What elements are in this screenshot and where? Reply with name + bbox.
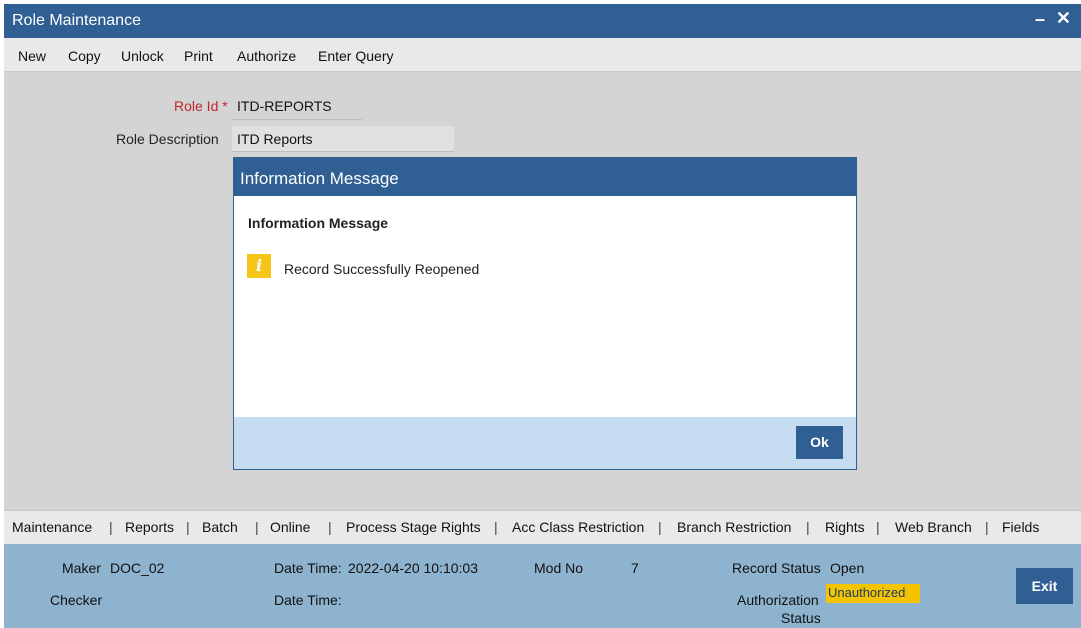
ok-button[interactable]: Ok xyxy=(796,426,843,459)
maker-value: DOC_02 xyxy=(110,560,165,576)
authorization-status-label: Authorization xyxy=(737,592,819,608)
authorization-status-label-2: Status xyxy=(781,610,821,626)
tab-maintenance[interactable]: Maintenance xyxy=(12,519,92,535)
exit-button[interactable]: Exit xyxy=(1016,568,1073,604)
enter-query-button[interactable]: Enter Query xyxy=(318,48,393,64)
role-id-label-text: Role Id xyxy=(174,98,219,114)
tab-separator: | xyxy=(255,519,259,535)
new-button[interactable]: New xyxy=(18,48,46,64)
tab-rights[interactable]: Rights xyxy=(825,519,865,535)
tab-separator: | xyxy=(658,519,662,535)
tab-reports[interactable]: Reports xyxy=(125,519,174,535)
close-icon[interactable]: ✕ xyxy=(1056,8,1071,29)
record-status-label: Record Status xyxy=(732,560,821,576)
info-icon: i xyxy=(247,254,271,278)
authorization-status-badge: Unauthorized xyxy=(826,584,920,603)
information-dialog: Information Message Information Message … xyxy=(233,157,857,470)
tab-branch-restriction[interactable]: Branch Restriction xyxy=(677,519,791,535)
role-maintenance-window: Role Maintenance – ✕ New Copy Unlock Pri… xyxy=(4,4,1081,628)
checker-label: Checker xyxy=(50,592,103,608)
role-description-value: ITD Reports xyxy=(237,131,313,147)
maker-datetime-label: Date Time: xyxy=(274,560,342,576)
checker-datetime-label: Date Time: xyxy=(274,592,342,608)
tab-batch[interactable]: Batch xyxy=(202,519,238,535)
tab-separator: | xyxy=(328,519,332,535)
maker-label: Maker xyxy=(62,560,101,576)
tab-separator: | xyxy=(876,519,880,535)
authorize-button[interactable]: Authorize xyxy=(237,48,296,64)
tab-separator: | xyxy=(109,519,113,535)
mod-no-value: 7 xyxy=(631,560,639,576)
print-button[interactable]: Print xyxy=(184,48,213,64)
copy-button[interactable]: Copy xyxy=(68,48,101,64)
tab-process-stage-rights[interactable]: Process Stage Rights xyxy=(346,519,481,535)
tab-separator: | xyxy=(494,519,498,535)
dialog-footer: Ok xyxy=(234,417,856,469)
required-mark: * xyxy=(222,98,228,114)
tab-separator: | xyxy=(186,519,190,535)
role-id-label: Role Id * xyxy=(174,98,228,114)
record-status-value: Open xyxy=(830,560,865,576)
dialog-title: Information Message xyxy=(234,158,856,196)
tab-separator: | xyxy=(985,519,989,535)
tab-separator: | xyxy=(806,519,810,535)
title-bar: Role Maintenance – ✕ xyxy=(4,4,1081,38)
tab-fields[interactable]: Fields xyxy=(1002,519,1039,535)
maker-datetime-value: 2022-04-20 10:10:03 xyxy=(348,560,478,576)
tab-web-branch[interactable]: Web Branch xyxy=(895,519,972,535)
dialog-heading: Information Message xyxy=(248,215,389,231)
tab-bar: Maintenance | Reports | Batch | Online |… xyxy=(4,510,1081,544)
minimize-icon[interactable]: – xyxy=(1035,9,1045,30)
role-id-value: ITD-REPORTS xyxy=(237,98,332,114)
window-title: Role Maintenance xyxy=(12,12,141,29)
role-description-label: Role Description xyxy=(116,131,219,147)
unlock-button[interactable]: Unlock xyxy=(121,48,164,64)
toolbar: New Copy Unlock Print Authorize Enter Qu… xyxy=(4,38,1081,72)
mod-no-label: Mod No xyxy=(534,560,584,576)
tab-online[interactable]: Online xyxy=(270,519,310,535)
tab-acc-class-restriction[interactable]: Acc Class Restriction xyxy=(512,519,644,535)
audit-footer: Maker DOC_02 Checker Date Time: 2022-04-… xyxy=(4,544,1081,628)
dialog-message: Record Successfully Reopened xyxy=(284,261,480,277)
